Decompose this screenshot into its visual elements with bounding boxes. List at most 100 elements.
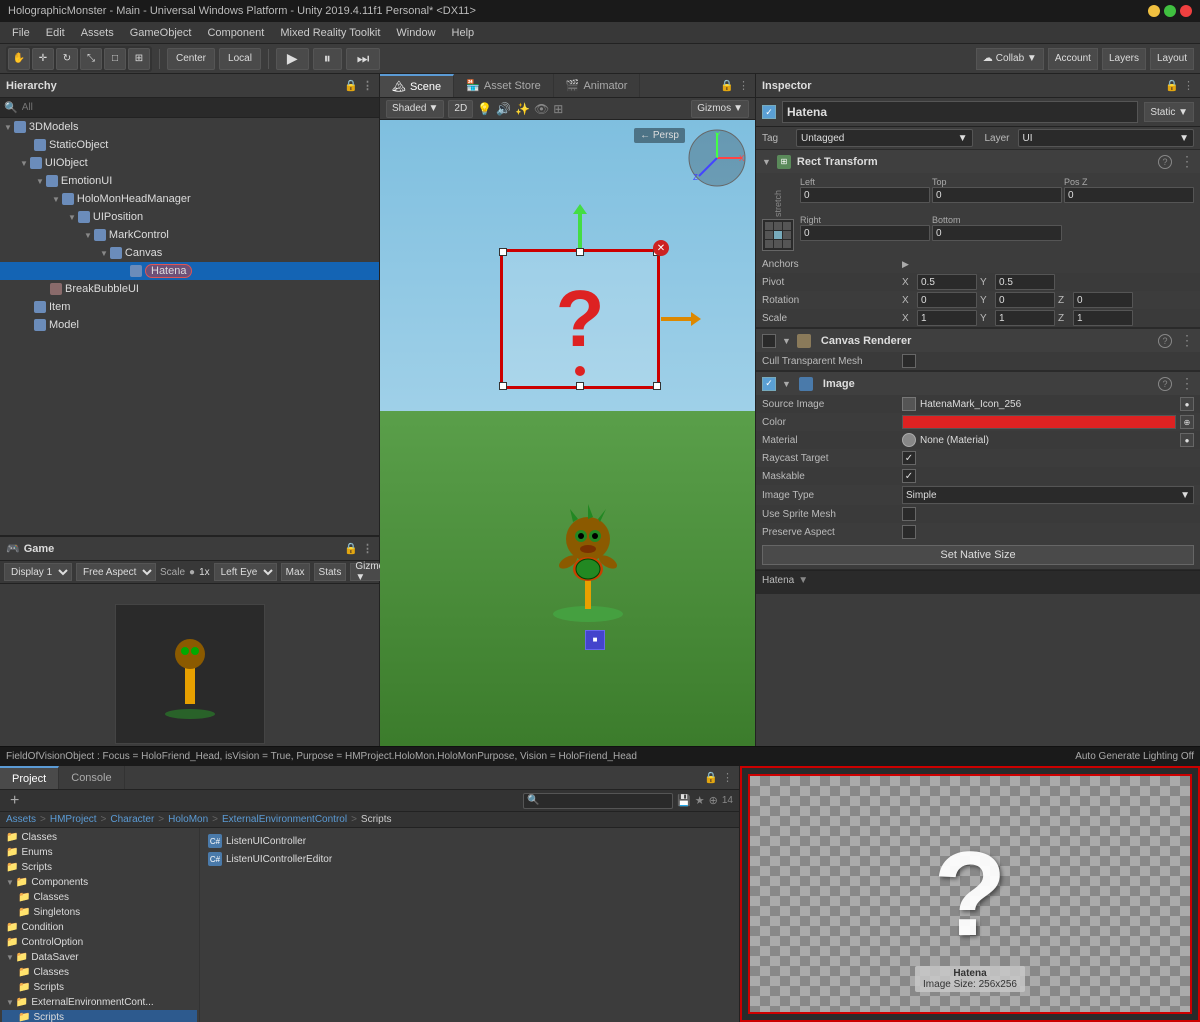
close-btn[interactable] — [1180, 5, 1192, 17]
tree-condition[interactable]: 📁 Condition — [2, 920, 197, 935]
bottom-input[interactable] — [932, 225, 1062, 241]
sprite-mesh-checkbox[interactable] — [902, 507, 916, 521]
tree-ds-scripts[interactable]: 📁 Scripts — [2, 980, 197, 995]
tool-scale[interactable]: ⤡ — [80, 48, 102, 70]
tab-asset-store[interactable]: 🏪 Asset Store — [454, 74, 554, 97]
left-input[interactable] — [800, 187, 930, 203]
tab-project[interactable]: Project — [0, 766, 59, 789]
menu-inspector[interactable]: ⋮ — [1183, 79, 1194, 92]
color-picker-icon[interactable]: ⊕ — [1180, 415, 1194, 429]
game-stats[interactable]: Stats — [314, 563, 347, 581]
img-enable[interactable]: ✓ — [762, 377, 776, 391]
handle-t[interactable] — [576, 248, 584, 256]
tree-datasaver[interactable]: ▼ 📁 DataSaver — [2, 950, 197, 965]
mode-2d-btn[interactable]: 2D — [448, 100, 473, 118]
tree-item-canvas[interactable]: Canvas — [0, 244, 379, 262]
tree-components[interactable]: ▼ 📁 Components — [2, 875, 197, 890]
tree-item-3dmodels[interactable]: 3DModels — [0, 118, 379, 136]
pivot-x-input[interactable] — [917, 274, 977, 290]
menu-edit[interactable]: Edit — [38, 25, 73, 41]
lock-icon-scene[interactable]: 🔒 — [720, 79, 734, 92]
static-label[interactable]: Static ▼ — [1144, 102, 1194, 122]
up-arrow-gizmo[interactable] — [578, 212, 582, 248]
tool-rotate[interactable]: ↻ — [56, 48, 78, 70]
star-icon[interactable]: ★ — [695, 794, 705, 807]
cr-enable[interactable] — [762, 334, 776, 348]
project-search-field[interactable]: 🔍 — [523, 793, 673, 809]
posz-input[interactable] — [1064, 187, 1194, 203]
step-btn[interactable]: ⏭ — [346, 48, 381, 70]
rot-z-input[interactable] — [1073, 292, 1133, 308]
file-listenui[interactable]: C# ListenUIController — [204, 832, 735, 850]
img-overflow[interactable]: ⋮ — [1180, 375, 1194, 392]
tag-dropdown[interactable]: Untagged ▼ — [796, 129, 973, 147]
material-select-btn[interactable]: ● — [1180, 433, 1194, 447]
anchor-arrow[interactable]: ▶ — [902, 259, 909, 270]
light-icon[interactable]: 💡 — [477, 102, 492, 116]
tree-classes[interactable]: 📁 Classes — [2, 830, 197, 845]
tree-item-breakbubble[interactable]: BreakBubbleUI — [0, 280, 379, 298]
account-btn[interactable]: Account — [1048, 48, 1098, 70]
cr-overflow[interactable]: ⋮ — [1180, 332, 1194, 349]
tree-ext-scripts[interactable]: 📁 Scripts — [2, 1010, 197, 1022]
tree-enums[interactable]: 📁 Enums — [2, 845, 197, 860]
top-input[interactable] — [932, 187, 1062, 203]
breadcrumb-assets[interactable]: Assets — [6, 814, 36, 825]
menu-project[interactable]: ⋮ — [722, 771, 733, 784]
shaded-btn[interactable]: Shaded ▼ — [386, 100, 444, 118]
tab-console[interactable]: Console — [59, 766, 124, 789]
set-native-btn[interactable]: Set Native Size — [762, 545, 1194, 565]
pause-btn[interactable]: ⏸ — [313, 48, 342, 70]
tab-scene[interactable]: 🏔 Scene — [380, 74, 454, 97]
scale-x-input[interactable] — [917, 310, 977, 326]
aspect-select[interactable]: Free Aspect — [76, 563, 156, 581]
auto-lighting[interactable]: Auto Generate Lighting Off — [1075, 751, 1194, 762]
tool-move[interactable]: ✛ — [32, 48, 54, 70]
lock-project[interactable]: 🔒 — [704, 771, 718, 784]
raycast-checkbox[interactable] — [902, 451, 916, 465]
scene-question-box[interactable]: ? ✕ — [500, 249, 660, 389]
handle-tl[interactable] — [499, 248, 507, 256]
scale-z-input[interactable] — [1073, 310, 1133, 326]
save-icon[interactable]: 💾 — [677, 794, 691, 807]
menu-help[interactable]: Help — [444, 25, 483, 41]
tree-singletons[interactable]: 📁 Singletons — [2, 905, 197, 920]
menu-mixed-reality[interactable]: Mixed Reality Toolkit — [272, 25, 388, 41]
cull-checkbox[interactable] — [902, 354, 916, 368]
file-listenui-editor[interactable]: C# ListenUIControllerEditor — [204, 850, 735, 868]
scene-gizmo[interactable]: X Y Z — [687, 128, 747, 188]
hidden-icon[interactable]: 👁 — [534, 102, 549, 116]
handle-br[interactable] — [653, 382, 661, 390]
tree-item-emotionui[interactable]: EmotionUI — [0, 172, 379, 190]
object-name-input[interactable] — [782, 101, 1138, 123]
preview-expand[interactable]: ▼ — [798, 575, 808, 586]
tree-item-markcontrol[interactable]: MarkControl — [0, 226, 379, 244]
color-swatch[interactable] — [902, 415, 1176, 429]
rt-info[interactable]: ? — [1158, 155, 1172, 169]
breadcrumb-hmproject[interactable]: HMProject — [50, 814, 97, 825]
collab-btn[interactable]: ☁ Collab ▼ — [976, 48, 1044, 70]
menu-component[interactable]: Component — [199, 25, 272, 41]
menu-file[interactable]: File — [4, 25, 38, 41]
project-search-input[interactable] — [523, 793, 673, 809]
tree-scripts[interactable]: 📁 Scripts — [2, 860, 197, 875]
tree-item-model[interactable]: Model — [0, 316, 379, 334]
pivot-y-input[interactable] — [995, 274, 1055, 290]
image-type-dropdown[interactable]: Simple ▼ — [902, 486, 1194, 504]
rot-y-input[interactable] — [995, 292, 1055, 308]
enable-toggle[interactable] — [762, 105, 776, 119]
eye-select[interactable]: Left Eye — [214, 563, 277, 581]
scale-y-input[interactable] — [995, 310, 1055, 326]
preserve-checkbox[interactable] — [902, 525, 916, 539]
right-input[interactable] — [800, 225, 930, 241]
cr-info[interactable]: ? — [1158, 334, 1172, 348]
effects-icon[interactable]: ✨ — [515, 102, 530, 116]
add-project-btn[interactable]: + — [6, 792, 23, 810]
canvas-renderer-header[interactable]: ▼ Canvas Renderer ? ⋮ — [756, 328, 1200, 352]
scene-cube[interactable]: ■ — [585, 630, 605, 650]
tree-external[interactable]: ▼ 📁 ExternalEnvironmentCont... — [2, 995, 197, 1010]
display-select[interactable]: Display 1 — [4, 563, 72, 581]
lock-icon-game[interactable]: 🔒 — [344, 542, 358, 555]
menu-gameobject[interactable]: GameObject — [122, 25, 200, 41]
layout-btn[interactable]: Layout — [1150, 48, 1194, 70]
